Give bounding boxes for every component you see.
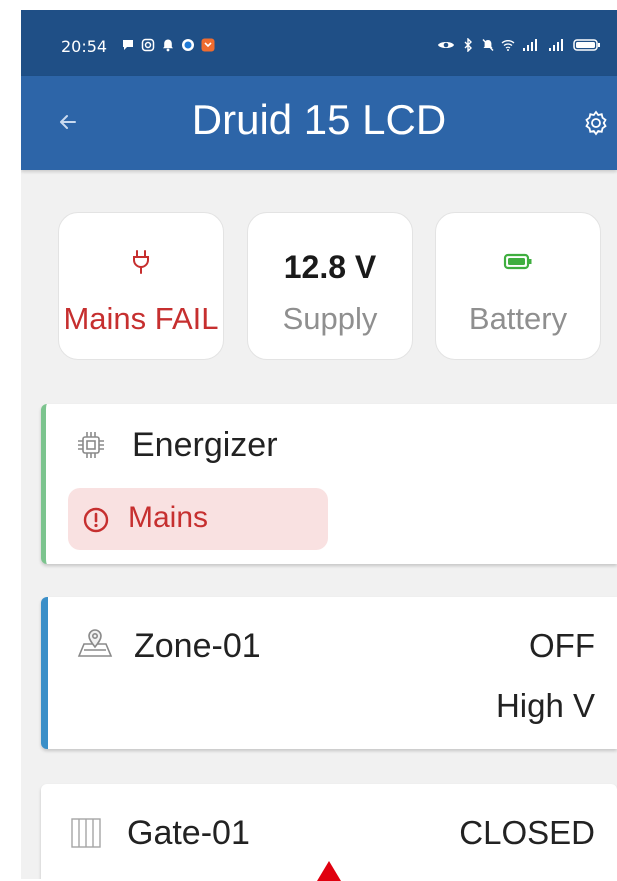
status-time: 20:54 xyxy=(61,37,108,56)
pointer-marker-icon xyxy=(317,861,341,881)
mains-alert-chip[interactable]: Mains xyxy=(68,488,328,550)
gate-icon xyxy=(71,818,101,848)
chat-icon xyxy=(123,40,133,50)
eye-icon xyxy=(438,42,454,48)
chip-icon xyxy=(78,432,104,458)
signal-icon xyxy=(523,39,537,51)
mains-status-label: Mains FAIL xyxy=(63,301,219,336)
app-shield-icon xyxy=(201,38,215,52)
power-plug-icon xyxy=(59,249,223,275)
mains-alert-label: Mains xyxy=(128,501,209,534)
supply-voltage-value: 12.8 V xyxy=(283,249,377,285)
wifi-icon xyxy=(501,40,515,51)
energizer-title: Energizer xyxy=(132,426,278,464)
gate-state: CLOSED xyxy=(459,814,595,851)
supply-voltage-tile[interactable]: 12.8 V Supply xyxy=(247,212,413,360)
battery-label: Battery xyxy=(468,301,568,336)
silent-icon xyxy=(482,39,494,51)
battery-tile[interactable]: Battery xyxy=(435,212,601,360)
status-left-icons xyxy=(121,38,215,52)
mains-status-tile[interactable]: Mains FAIL xyxy=(58,212,224,360)
page-title: Druid 15 LCD xyxy=(191,96,447,143)
app-bar: Druid 15 LCD xyxy=(21,76,617,170)
zone-title: Zone-01 xyxy=(134,627,261,665)
battery-icon xyxy=(573,39,600,51)
alert-circle-icon xyxy=(83,507,109,533)
zone-card[interactable]: Zone-01 OFF High V xyxy=(41,597,617,749)
signal-icon xyxy=(549,39,563,51)
notification-bell-icon xyxy=(163,39,173,52)
vpn-icon xyxy=(182,39,194,51)
instagram-icon xyxy=(141,38,155,52)
energizer-card[interactable]: Energizer Mains xyxy=(41,404,617,564)
map-pin-icon xyxy=(77,629,113,657)
status-bar: 20:54 xyxy=(21,10,617,76)
zone-voltage-mode: High V xyxy=(495,687,595,724)
gear-icon[interactable] xyxy=(581,108,611,138)
zone-state: OFF xyxy=(529,627,595,664)
bluetooth-icon xyxy=(464,38,472,52)
battery-icon xyxy=(436,249,600,275)
supply-voltage-label: Supply xyxy=(282,301,378,336)
app-screen: 20:54 Druid 15 LCD Mains FAIL 12.8 V Sup… xyxy=(21,10,617,879)
status-right-icons xyxy=(437,38,601,52)
gate-title: Gate-01 xyxy=(127,814,250,852)
